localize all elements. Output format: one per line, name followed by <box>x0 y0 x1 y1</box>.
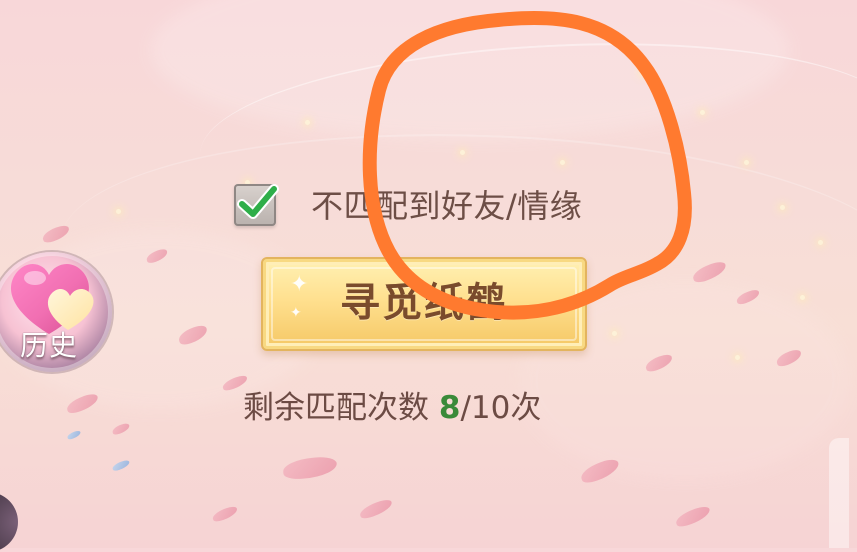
checkmark-icon <box>237 184 279 219</box>
sparkle-decoration <box>700 110 705 115</box>
remaining-match-current: 8 <box>438 390 461 426</box>
sparkle-decoration <box>744 160 749 165</box>
sparkle-icon: ✦ <box>290 272 309 297</box>
sparkle-decoration <box>818 240 823 245</box>
petal-decoration <box>111 459 131 472</box>
petal-decoration <box>282 455 338 481</box>
sparkle-decoration <box>560 160 565 165</box>
history-button[interactable]: 历史 <box>0 252 112 372</box>
exclude-friends-label: 不匹配到好友/情缘 <box>311 187 583 225</box>
sparkle-decoration <box>735 355 740 360</box>
sparkle-decoration <box>460 150 465 155</box>
petal-decoration <box>357 497 395 521</box>
find-paper-crane-button[interactable]: 寻觅纸鹤 <box>261 257 587 351</box>
sparkle-decoration <box>640 70 645 75</box>
sparkle-decoration <box>612 331 617 336</box>
petal-decoration <box>211 504 239 524</box>
petal-decoration <box>64 391 101 416</box>
history-label: 历史 <box>20 329 79 362</box>
petal-decoration <box>111 422 131 436</box>
sparkle-icon: ✦ <box>290 305 302 321</box>
find-paper-crane-label: 寻觅纸鹤 <box>340 280 508 326</box>
petal-decoration <box>673 504 713 529</box>
exclude-friends-checkbox[interactable] <box>234 184 279 226</box>
remaining-match-suffix: /10次 <box>460 390 542 426</box>
sparkle-decoration <box>116 209 121 214</box>
petal-decoration <box>66 429 82 441</box>
remaining-match-count: 剩余匹配次数 8/10次 <box>243 389 541 427</box>
remaining-match-prefix: 剩余匹配次数 <box>243 390 439 426</box>
sparkle-decoration <box>305 120 310 125</box>
side-decoration <box>829 438 849 548</box>
sparkle-decoration <box>800 295 805 300</box>
sparkle-decoration <box>780 205 785 210</box>
